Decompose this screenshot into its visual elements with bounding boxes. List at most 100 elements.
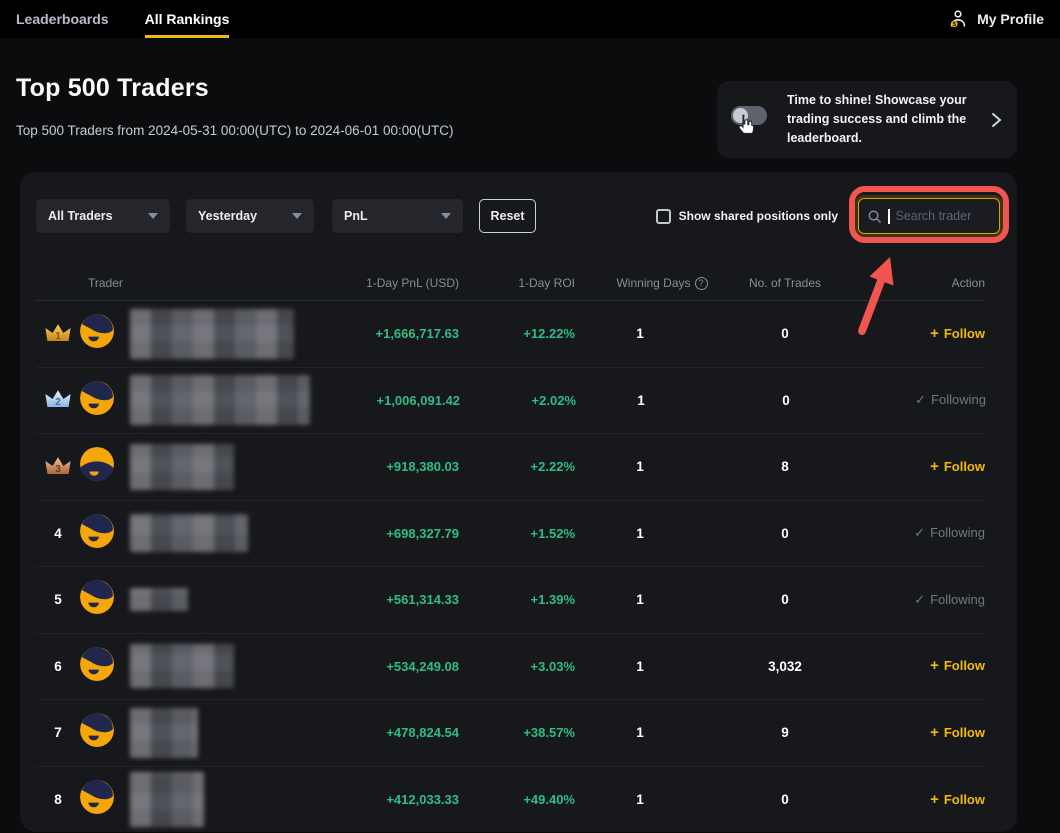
- trades-value: 3,032: [705, 659, 865, 674]
- check-icon: ✓: [914, 593, 925, 606]
- rank-bronze-crown-icon: 3: [36, 455, 80, 479]
- roi-value: +1.52%: [459, 526, 575, 541]
- question-circle-icon[interactable]: ?: [695, 277, 708, 290]
- following-button[interactable]: ✓Following: [915, 392, 986, 407]
- trades-value: 9: [705, 725, 865, 740]
- pnl-value: +534,249.08: [309, 659, 459, 674]
- caret-down-icon: [292, 213, 302, 219]
- follow-button[interactable]: +Follow: [930, 725, 985, 740]
- time-range-dropdown[interactable]: Yesterday: [186, 199, 314, 233]
- following-button[interactable]: ✓Following: [914, 525, 985, 540]
- search-placeholder: Search trader: [896, 209, 972, 223]
- check-icon: ✓: [914, 526, 925, 539]
- trader-name-blurred[interactable]: [130, 375, 310, 425]
- trades-value: 0: [705, 526, 865, 541]
- pnl-value: +412,033.33: [309, 792, 459, 807]
- roi-value: +2.02%: [460, 393, 576, 408]
- pnl-value: +1,006,091.42: [310, 393, 460, 408]
- svg-text:2: 2: [55, 397, 61, 408]
- leaderboard-panel: All Traders Yesterday PnL Reset Show sha…: [20, 172, 1017, 832]
- search-icon: [867, 209, 882, 224]
- trader-name-blurred[interactable]: [130, 708, 198, 758]
- trader-name-blurred[interactable]: [130, 588, 188, 611]
- roi-value: +49.40%: [459, 792, 575, 807]
- svg-text:$: $: [953, 21, 957, 28]
- table-row: 5 +561,314.33 +1.39% 1 0 ✓Following: [36, 567, 985, 634]
- trader-avatar[interactable]: [80, 713, 130, 752]
- winning-days-value: 1: [575, 526, 705, 541]
- rank-number: 4: [36, 526, 80, 541]
- col-trader: Trader: [80, 276, 309, 290]
- table-row: 3 +918,380.03 +2.22% 1 8 +Follow: [36, 434, 985, 501]
- table-row: 8 +412,033.33 +49.40% 1 0 +Follow: [36, 767, 985, 833]
- rank-number: 5: [36, 592, 80, 607]
- filter-row: All Traders Yesterday PnL Reset Show sha…: [36, 198, 1000, 234]
- trades-value: 0: [705, 326, 865, 341]
- winning-days-value: 1: [575, 659, 705, 674]
- shared-positions-label: Show shared positions only: [679, 209, 838, 223]
- trades-value: 0: [705, 792, 865, 807]
- roi-value: +12.22%: [459, 326, 575, 341]
- plus-icon: +: [930, 459, 939, 474]
- trader-avatar[interactable]: [80, 447, 130, 486]
- trades-value: 8: [705, 459, 865, 474]
- trader-name-blurred[interactable]: [130, 514, 248, 552]
- caret-down-icon: [148, 213, 158, 219]
- trader-avatar[interactable]: [80, 381, 130, 420]
- promo-banner[interactable]: Time to shine! Showcase your trading suc…: [717, 81, 1017, 158]
- table-header-row: Trader 1-Day PnL (USD) 1-Day ROI Winning…: [36, 271, 985, 295]
- tab-all-rankings[interactable]: All Rankings: [145, 0, 230, 38]
- roi-value: +1.39%: [459, 592, 575, 607]
- trader-name-blurred[interactable]: [130, 309, 294, 359]
- trader-type-dropdown[interactable]: All Traders: [36, 199, 170, 233]
- following-button[interactable]: ✓Following: [914, 592, 985, 607]
- follow-button[interactable]: +Follow: [930, 459, 985, 474]
- svg-text:3: 3: [55, 464, 61, 475]
- trades-value: 0: [705, 592, 865, 607]
- metric-dropdown[interactable]: PnL: [332, 199, 463, 233]
- follow-button[interactable]: +Follow: [930, 792, 985, 807]
- col-trades: No. of Trades: [705, 276, 865, 290]
- chevron-right-icon[interactable]: [989, 111, 1003, 129]
- pnl-value: +478,824.54: [309, 725, 459, 740]
- trader-name-blurred[interactable]: [130, 644, 234, 688]
- metric-value: PnL: [344, 209, 368, 223]
- trader-avatar[interactable]: [80, 580, 130, 619]
- rank-silver-crown-icon: 2: [36, 388, 80, 412]
- tab-leaderboards[interactable]: Leaderboards: [16, 0, 109, 38]
- plus-icon: +: [930, 658, 939, 673]
- time-range-value: Yesterday: [198, 209, 257, 223]
- search-trader-input[interactable]: Search trader: [858, 198, 1000, 234]
- rank-number: 7: [36, 725, 80, 740]
- plus-icon: +: [930, 326, 939, 341]
- shared-positions-checkbox-group[interactable]: Show shared positions only: [656, 209, 838, 224]
- rank-number: 8: [36, 792, 80, 807]
- reset-button[interactable]: Reset: [479, 199, 536, 233]
- trader-avatar[interactable]: [80, 514, 130, 553]
- col-winning-days: Winning Days: [616, 276, 690, 290]
- follow-button[interactable]: +Follow: [930, 326, 985, 341]
- trader-type-value: All Traders: [48, 209, 113, 223]
- my-profile-label: My Profile: [977, 11, 1044, 27]
- plus-icon: +: [930, 725, 939, 740]
- trader-avatar[interactable]: [80, 647, 130, 686]
- profile-dollar-icon: $: [947, 8, 969, 30]
- col-pnl: 1-Day PnL (USD): [309, 276, 459, 290]
- winning-days-value: 1: [576, 393, 706, 408]
- winning-days-value: 1: [575, 459, 705, 474]
- trader-name-blurred[interactable]: [130, 772, 204, 827]
- plus-icon: +: [930, 792, 939, 807]
- follow-button[interactable]: +Follow: [930, 658, 985, 673]
- trades-value: 0: [706, 393, 866, 408]
- shared-positions-checkbox[interactable]: [656, 209, 671, 224]
- hand-cursor-icon: [733, 113, 757, 137]
- pnl-value: +918,380.03: [309, 459, 459, 474]
- table-row: 6 +534,249.08 +3.03% 1 3,032 +Follow: [36, 634, 985, 701]
- winning-days-value: 1: [575, 792, 705, 807]
- trader-avatar[interactable]: [80, 780, 130, 819]
- trader-avatar[interactable]: [80, 314, 130, 353]
- my-profile-button[interactable]: $ My Profile: [947, 8, 1044, 30]
- trader-name-blurred[interactable]: [130, 444, 234, 490]
- text-cursor: [888, 209, 890, 224]
- pnl-value: +698,327.79: [309, 526, 459, 541]
